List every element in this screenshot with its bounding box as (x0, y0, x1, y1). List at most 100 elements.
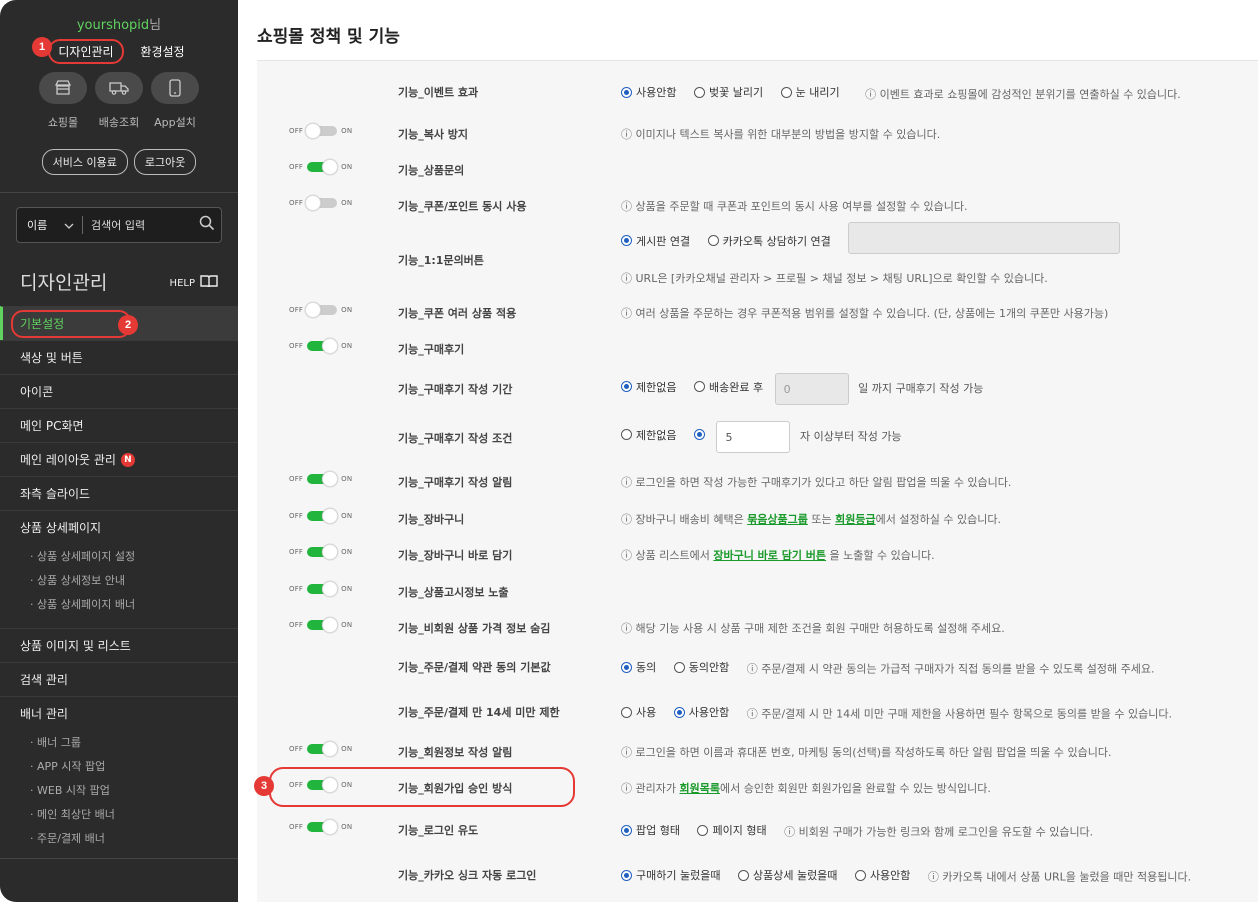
on-label: ON (341, 823, 353, 831)
quick-shop[interactable]: 쇼핑몰 (39, 72, 87, 130)
radio-detail-click[interactable]: 상품상세 눌렀을때 (737, 867, 837, 883)
sidebar-item-label: 색상 및 버튼 (20, 351, 83, 365)
toggle-coupon-multi[interactable]: OFF ON (289, 302, 352, 318)
radio-min-chars[interactable] (693, 429, 705, 440)
toggle-hide-price[interactable]: OFF ON (289, 617, 352, 633)
member-grade-link[interactable]: 회원등급 (835, 513, 875, 526)
sub-item[interactable]: · WEB 시작 팝업 (0, 778, 238, 802)
sidebar-item-left-slide[interactable]: 좌측 슬라이드 (0, 476, 238, 510)
settings-link[interactable]: 환경설정 (135, 40, 189, 63)
sidebar-item-main-pc[interactable]: 메인 PC화면 (0, 408, 238, 442)
sidebar-item-icons[interactable]: 아이콘 (0, 374, 238, 408)
member-list-link[interactable]: 회원목록 (679, 782, 719, 795)
search-box: 이름 검색어 입력 (16, 207, 222, 243)
sidebar-item-product-image[interactable]: 상품 이미지 및 리스트 (0, 628, 238, 662)
sub-item[interactable]: · APP 시작 팝업 (0, 754, 238, 778)
radio-button (621, 706, 632, 718)
radio-label: 동의 (636, 661, 657, 674)
service-fee-button[interactable]: 서비스 이용료 (41, 149, 128, 175)
pill-row: 서비스 이용료 로그아웃 (0, 149, 238, 175)
sub-item[interactable]: · 상품 상세페이지 설정 (0, 544, 238, 568)
age14-options: 사용 사용안함 ⓘ 주문/결제 시 만 14세 미만 구매 제한을 사용하면 필… (621, 704, 1172, 722)
row-label: 기능_쿠폰/포인트 동시 사용 (398, 200, 527, 213)
toggle-review[interactable]: OFF ON (289, 338, 352, 354)
annotation-1: 1 (32, 37, 52, 57)
radio-after-delivery[interactable]: 배송완료 후 (693, 379, 763, 395)
on-label: ON (341, 475, 353, 483)
radio-none[interactable]: 사용안함 (621, 84, 676, 100)
design-manage-link[interactable]: 디자인관리 (48, 39, 124, 64)
radio-board[interactable]: 게시판 연결 (621, 233, 690, 249)
search-select[interactable]: 이름 (17, 216, 83, 234)
radio-snow[interactable]: 눈 내리기 (780, 84, 840, 100)
on-label: ON (341, 781, 353, 789)
row-label: 기능_회원정보 작성 알림 (398, 746, 513, 759)
sub-item[interactable]: · 메인 최상단 배너 (0, 802, 238, 826)
info-text: ⓘ 주문/결제 시 약관 동의는 가급적 구매자가 직접 동의를 받을 수 있도… (746, 662, 1155, 676)
sidebar-item-colors[interactable]: 색상 및 버튼 (0, 340, 238, 374)
toggle-cart-direct[interactable]: OFF ON (289, 544, 352, 560)
off-label: OFF (289, 342, 304, 350)
toggle-inquiry[interactable]: OFF ON (289, 159, 352, 175)
radio-agree[interactable]: 동의 (621, 659, 656, 675)
search-input[interactable]: 검색어 입력 (83, 217, 193, 233)
radio-unlimited[interactable]: 제한없음 (621, 427, 676, 443)
help-link[interactable]: HELP (170, 275, 218, 291)
switch (307, 544, 339, 560)
switch (305, 195, 338, 211)
highlight-ring (11, 310, 131, 338)
toggle-cart[interactable]: OFF ON (289, 508, 353, 524)
row-label: 기능_회원가입 승인 방식 (398, 782, 513, 795)
toggle-notice[interactable]: OFF ON (289, 581, 352, 597)
radio-disagree[interactable]: 동의안함 (673, 659, 729, 675)
toggle-member-info[interactable]: OFF ON (289, 741, 352, 757)
search-icon[interactable] (193, 215, 221, 235)
toggle-join-approve[interactable]: OFF ON (289, 777, 353, 793)
min-chars-input[interactable]: 5 (716, 421, 791, 453)
knob (322, 471, 339, 487)
sidebar-item-banner[interactable]: 배너 관리 (0, 696, 238, 730)
radio-page[interactable]: 페이지 형태 (697, 822, 767, 838)
cart-direct-button-link[interactable]: 장바구니 바로 담기 버튼 (713, 549, 826, 562)
sidebar-item-label: 메인 레이아웃 관리 (20, 453, 116, 467)
sub-item[interactable]: · 상품 상세정보 안내 (0, 568, 238, 592)
radio-button (673, 661, 685, 673)
settings-panel: 기능_이벤트 효과 사용안함 벚꽃 날리기 눈 내리기 ⓘ 이벤트 효과로 쇼핑… (257, 60, 1258, 902)
quick-app[interactable]: App설치 (151, 72, 199, 130)
sub-item[interactable]: · 상품 상세페이지 배너 (0, 592, 238, 616)
radio-not-use[interactable]: 사용안함 (673, 704, 729, 720)
radio-button (621, 824, 632, 836)
off-label: OFF (289, 163, 304, 171)
radio-buy-click[interactable]: 구매하기 눌렀을때 (621, 867, 720, 883)
sidebar-item-main-layout[interactable]: 메인 레이아웃 관리 N (0, 442, 238, 476)
radio-not-use[interactable]: 사용안함 (854, 867, 910, 883)
quick-delivery[interactable]: 배송조회 (95, 72, 143, 130)
chevron-down-icon (64, 219, 74, 232)
sub-item[interactable]: · 배너 그룹 (0, 730, 238, 754)
radio-label: 게시판 연결 (636, 234, 691, 248)
toggle-copy[interactable]: OFF ON (289, 123, 352, 139)
info-part: 에서 승인한 회원만 회원가입을 완료할 수 있는 방식입니다. (719, 782, 991, 795)
on-label: ON (341, 512, 353, 520)
sidebar-item-product-detail[interactable]: 상품 상세페이지 (0, 510, 238, 544)
bundle-group-link[interactable]: 묶음상품그룹 (747, 513, 808, 526)
toggle-review-alert[interactable]: OFF ON (289, 471, 353, 487)
radio-unlimited[interactable]: 제한없음 (621, 379, 676, 395)
days-input[interactable]: 0 (774, 373, 849, 405)
radio-cherry[interactable]: 벚꽃 날리기 (693, 84, 763, 100)
info-part: 에서 설정하실 수 있습니다. (875, 513, 1001, 526)
toggle-coupon-point[interactable]: OFF ON (289, 195, 352, 211)
knob (322, 338, 339, 354)
radio-label: 사용 (636, 706, 657, 719)
help-label: HELP (169, 277, 195, 289)
radio-popup[interactable]: 팝업 형태 (621, 822, 680, 838)
sub-item[interactable]: · 주문/결제 배너 (0, 826, 238, 850)
kakao-url-input[interactable] (848, 222, 1121, 254)
toggle-login-guide[interactable]: OFF ON (289, 819, 353, 835)
sidebar-item-search[interactable]: 검색 관리 (0, 662, 238, 696)
radio-kakao[interactable]: 카카오톡 상담하기 연결 (707, 233, 831, 249)
logout-button[interactable]: 로그아웃 (133, 149, 197, 175)
radio-button (693, 381, 705, 392)
radio-use[interactable]: 사용 (621, 704, 656, 720)
info-text: ⓘ 이미지나 텍스트 복사를 위한 대부분의 방법을 방지할 수 있습니다. (621, 128, 941, 141)
